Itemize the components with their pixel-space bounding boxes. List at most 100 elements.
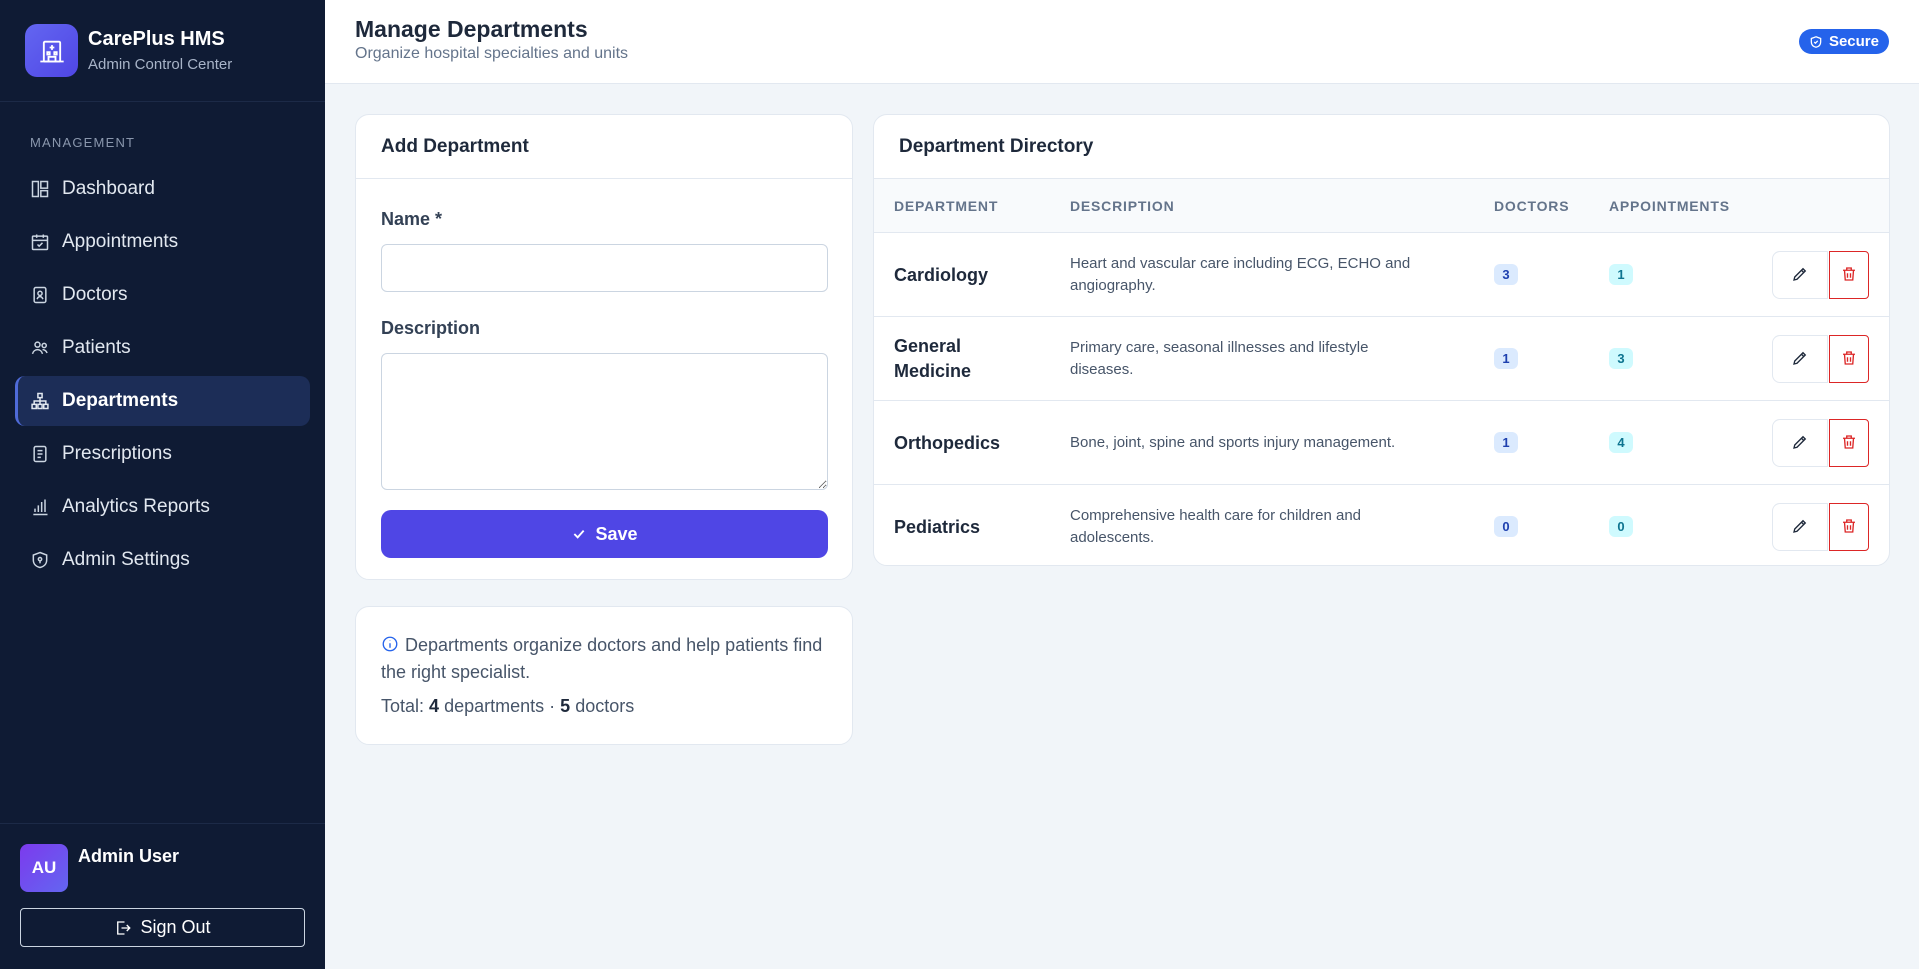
info-text: Departments organize doctors and help pa…	[381, 635, 823, 682]
doctors-count-badge: 1	[1494, 348, 1518, 369]
doctors-count-badge: 1	[1494, 432, 1518, 453]
table-row: General Medicine Primary care, seasonal …	[874, 317, 1889, 401]
table-row: Orthopedics Bone, joint, spine and sport…	[874, 401, 1889, 485]
sidebar-item-doctors[interactable]: Doctors	[15, 270, 310, 320]
department-description: Bone, joint, spine and sports injury man…	[1070, 434, 1396, 451]
page-subtitle: Organize hospital specialties and units	[355, 45, 629, 62]
pencil-icon	[1791, 517, 1809, 538]
page-title: Manage Departments	[355, 16, 588, 42]
doctors-count-badge: 3	[1494, 264, 1518, 285]
add-department-title: Add Department	[356, 115, 852, 179]
secure-badge: Secure	[1798, 29, 1889, 54]
doctors-count-badge: 0	[1494, 516, 1518, 537]
sidebar-item-label: Appointments	[62, 231, 179, 252]
name-input[interactable]	[381, 244, 828, 292]
trash-icon	[1840, 517, 1858, 538]
doctors-word: doctors	[575, 696, 635, 716]
calendar-check-icon	[30, 232, 50, 252]
delete-button[interactable]	[1829, 419, 1869, 467]
people-icon	[30, 338, 50, 358]
departments-count: 4	[429, 696, 440, 716]
departments-word: departments ·	[444, 696, 556, 716]
department-description: Comprehensive health care for children a…	[1070, 507, 1361, 546]
sidebar-item-admin-settings[interactable]: Admin Settings	[15, 535, 310, 585]
pencil-icon	[1791, 265, 1809, 286]
sign-out-button[interactable]: Sign Out	[20, 908, 305, 947]
user-block: AU Admin User Sign Out	[0, 823, 325, 947]
pencil-icon	[1791, 349, 1809, 370]
delete-button[interactable]	[1829, 251, 1869, 299]
totals-prefix: Total:	[381, 696, 425, 716]
sidebar-item-label: Departments	[62, 390, 179, 411]
sidebar: CarePlus HMS Admin Control Center MANAGE…	[0, 0, 325, 969]
sidebar-item-label: Analytics Reports	[62, 496, 210, 517]
sign-out-label: Sign Out	[140, 917, 211, 937]
department-name: Pediatrics	[894, 516, 981, 537]
sidebar-item-departments[interactable]: Departments	[15, 376, 310, 426]
description-label: Description	[381, 318, 481, 338]
appointments-count-badge: 3	[1609, 348, 1633, 369]
brand-subtitle: Admin Control Center	[88, 56, 233, 73]
department-name: Cardiology	[894, 264, 989, 285]
edit-button[interactable]	[1772, 419, 1828, 467]
prescription-icon	[30, 444, 50, 464]
description-textarea[interactable]	[381, 353, 828, 490]
table-row: Cardiology Heart and vascular care inclu…	[874, 233, 1889, 317]
sidebar-item-label: Patients	[62, 337, 131, 358]
dashboard-icon	[30, 179, 50, 199]
sidebar-item-label: Dashboard	[62, 178, 155, 199]
pencil-icon	[1791, 433, 1809, 454]
save-button[interactable]: Save	[381, 510, 828, 558]
org-chart-icon	[30, 391, 50, 411]
delete-button[interactable]	[1829, 335, 1869, 383]
shield-check-icon	[1809, 35, 1823, 49]
name-label: Name *	[381, 209, 443, 229]
save-label: Save	[595, 523, 638, 544]
check-icon	[571, 526, 587, 542]
sidebar-item-appointments[interactable]: Appointments	[15, 217, 310, 267]
info-icon	[381, 635, 399, 653]
department-description: Primary care, seasonal illnesses and lif…	[1070, 339, 1369, 378]
sidebar-item-analytics-reports[interactable]: Analytics Reports	[15, 482, 310, 532]
secure-label: Secure	[1828, 33, 1879, 50]
id-badge-icon	[30, 285, 50, 305]
doctors-count: 5	[560, 696, 571, 716]
department-directory-card: Department Directory DEPARTMENT DESCRIPT…	[873, 114, 1890, 566]
bar-chart-icon	[30, 497, 50, 517]
sidebar-item-label: Prescriptions	[62, 443, 172, 464]
brand-name: CarePlus HMS	[88, 28, 225, 50]
department-name: General Medicine	[894, 336, 972, 381]
column-header: DEPARTMENT	[894, 198, 999, 214]
department-description: Heart and vascular care including ECG, E…	[1070, 255, 1411, 294]
sidebar-item-patients[interactable]: Patients	[15, 323, 310, 373]
edit-button[interactable]	[1772, 503, 1828, 551]
appointments-count-badge: 0	[1609, 516, 1633, 537]
table-row: Pediatrics Comprehensive health care for…	[874, 485, 1889, 565]
trash-icon	[1840, 433, 1858, 454]
brand: CarePlus HMS Admin Control Center	[0, 0, 325, 102]
sidebar-item-dashboard[interactable]: Dashboard	[15, 164, 310, 214]
delete-button[interactable]	[1829, 503, 1869, 551]
column-header: DESCRIPTION	[1070, 198, 1175, 214]
trash-icon	[1840, 265, 1858, 286]
sidebar-item-label: Admin Settings	[62, 549, 190, 570]
appointments-count-badge: 4	[1609, 432, 1633, 453]
add-department-form: Name * Description Save	[356, 209, 852, 558]
sidebar-nav: Dashboard Appointments Doctors Patients …	[0, 164, 325, 585]
column-header: APPOINTMENTS	[1609, 198, 1730, 214]
appointments-count-badge: 1	[1609, 264, 1633, 285]
shield-icon	[30, 550, 50, 570]
sign-out-icon	[114, 919, 132, 937]
column-header: DOCTORS	[1494, 198, 1570, 214]
sidebar-item-label: Doctors	[62, 284, 128, 305]
page-header: Manage Departments Organize hospital spe…	[325, 0, 1919, 84]
sidebar-item-prescriptions[interactable]: Prescriptions	[15, 429, 310, 479]
edit-button[interactable]	[1772, 251, 1828, 299]
section-label: MANAGEMENT	[30, 135, 136, 150]
table-header: DEPARTMENT DESCRIPTION DOCTORS APPOINTME…	[874, 179, 1889, 233]
edit-button[interactable]	[1772, 335, 1828, 383]
hospital-icon	[25, 24, 78, 77]
add-department-card: Add Department Name * Description Save	[355, 114, 853, 580]
trash-icon	[1840, 349, 1858, 370]
avatar: AU	[20, 844, 68, 892]
